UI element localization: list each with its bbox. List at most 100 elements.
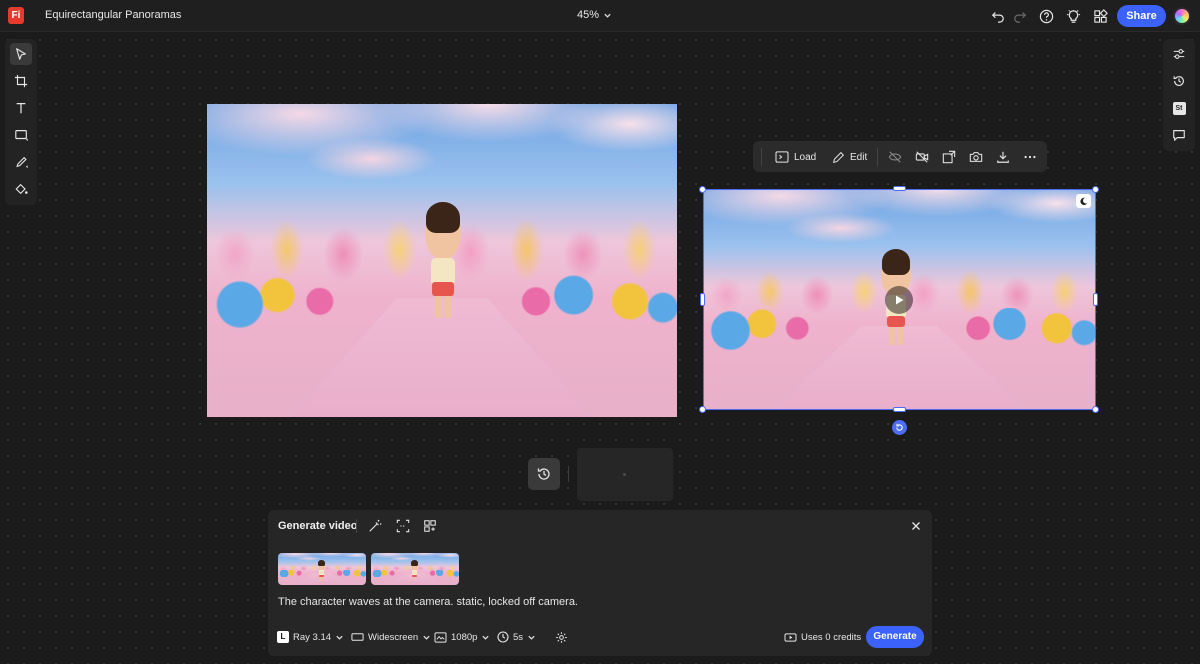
text-icon [16,103,26,114]
extend-button[interactable] [942,148,956,166]
chevron-down-icon [604,13,611,18]
credits-indicator: Uses 0 credits [784,629,861,645]
left-toolbar [5,39,37,205]
zoom-level: 45% [577,9,600,21]
zoom-dropdown[interactable]: 45% [577,9,612,21]
generate-button[interactable]: Generate [866,626,924,648]
aspect-label: Widescreen [368,631,419,643]
snapshot-button[interactable] [969,148,983,166]
start-frame-thumbnail[interactable] [278,553,366,585]
resize-handle-bottom[interactable] [893,407,906,412]
camera-icon [969,152,983,162]
undo-icon[interactable] [989,7,1007,25]
play-icon [896,295,904,305]
duration-selector[interactable]: 5s [497,629,536,645]
shape-tool-button[interactable] [10,124,32,146]
paint-bucket-icon [14,183,28,195]
stock-icon: St [1172,101,1186,115]
composition-button[interactable] [422,518,438,534]
rotate-button[interactable] [892,420,907,435]
grid-icon [424,520,436,532]
model-label: Ray 3.14 [293,631,332,643]
generation-history-button[interactable] [528,458,560,490]
resize-handle-top-right[interactable] [1092,186,1099,193]
version-history-button[interactable] [1168,70,1190,92]
document-title[interactable]: Equirectangular Panoramas [45,9,181,21]
frame-crop-button[interactable] [395,518,411,534]
comments-button[interactable] [1168,124,1190,146]
cursor-icon [16,48,26,60]
context-toolbar: Load Edit [753,141,1047,172]
adjust-button[interactable] [1168,43,1190,65]
help-icon[interactable] [1037,7,1055,25]
right-toolbar: St [1163,39,1195,151]
download-button[interactable] [996,148,1010,166]
resolution-label: 1080p [451,631,478,643]
text-tool-button[interactable] [10,97,32,119]
fill-tool-button[interactable] [10,178,32,200]
adjust-icon [1173,49,1185,59]
more-options-button[interactable] [1023,148,1037,166]
edit-button[interactable]: Edit [832,148,867,166]
resize-handle-bottom-right[interactable] [1092,406,1099,413]
duration-label: 5s [513,631,524,643]
chevron-down-icon [528,635,535,640]
resize-handle-top[interactable] [893,186,906,191]
chevron-down-icon [482,635,490,640]
rectangle-icon [14,130,28,142]
resize-handle-bottom-left[interactable] [699,406,706,413]
settings-button[interactable] [555,629,568,645]
resolution-icon [434,631,447,643]
close-panel-button[interactable] [909,519,923,533]
load-label: Load [794,151,817,163]
loading-indicator [623,473,626,476]
select-tool-button[interactable] [10,43,32,65]
close-icon [912,522,920,530]
play-button[interactable] [885,286,913,314]
moon-icon [1080,197,1088,205]
eye-off-icon [888,151,902,163]
chevron-down-icon [423,635,430,640]
widescreen-icon [351,633,364,641]
load-button[interactable]: Load [775,148,816,166]
share-button[interactable]: Share [1117,5,1166,27]
credits-label: Uses 0 credits [801,631,862,643]
rotate-icon [896,423,903,431]
artboard-icon [14,74,28,88]
redo-icon[interactable] [1011,7,1029,25]
credits-icon [784,632,797,642]
history-icon [1173,76,1184,86]
lightbulb-icon[interactable] [1064,7,1082,25]
app-logo[interactable]: Fi [8,7,24,24]
edit-label: Edit [850,151,868,163]
history-thumbnail[interactable] [577,448,673,501]
luma-logo-icon: L [277,631,289,643]
stock-button[interactable]: St [1168,97,1190,119]
gear-icon [556,631,567,643]
night-mode-badge[interactable] [1076,194,1091,208]
panorama-image-left[interactable] [207,104,677,417]
avatar[interactable] [1173,7,1191,25]
history-icon [537,468,550,480]
hide-visibility-button[interactable] [888,148,902,166]
magic-wand-button[interactable] [367,518,383,534]
character [425,201,461,318]
model-selector[interactable]: L Ray 3.14 [277,629,344,645]
artboard-tool-button[interactable] [10,70,32,92]
video-off-icon [915,151,929,163]
apps-icon[interactable] [1091,7,1109,25]
aspect-ratio-selector[interactable]: Widescreen [351,629,431,645]
resolution-selector[interactable]: 1080p [434,629,490,645]
generate-video-panel: Generate video The character waves at th… [268,510,932,656]
pencil-icon [832,151,845,163]
panel-title: Generate video [278,520,358,532]
resize-handle-left[interactable] [700,293,705,306]
expand-frame-icon [942,150,956,164]
mute-button[interactable] [915,148,929,166]
pen-tool-button[interactable] [10,151,32,173]
prompt-input[interactable]: The character waves at the camera. stati… [278,596,578,608]
resize-handle-right[interactable] [1093,293,1098,306]
end-frame-thumbnail[interactable] [371,553,459,585]
more-horizontal-icon [1024,155,1036,159]
resize-handle-top-left[interactable] [699,186,706,193]
